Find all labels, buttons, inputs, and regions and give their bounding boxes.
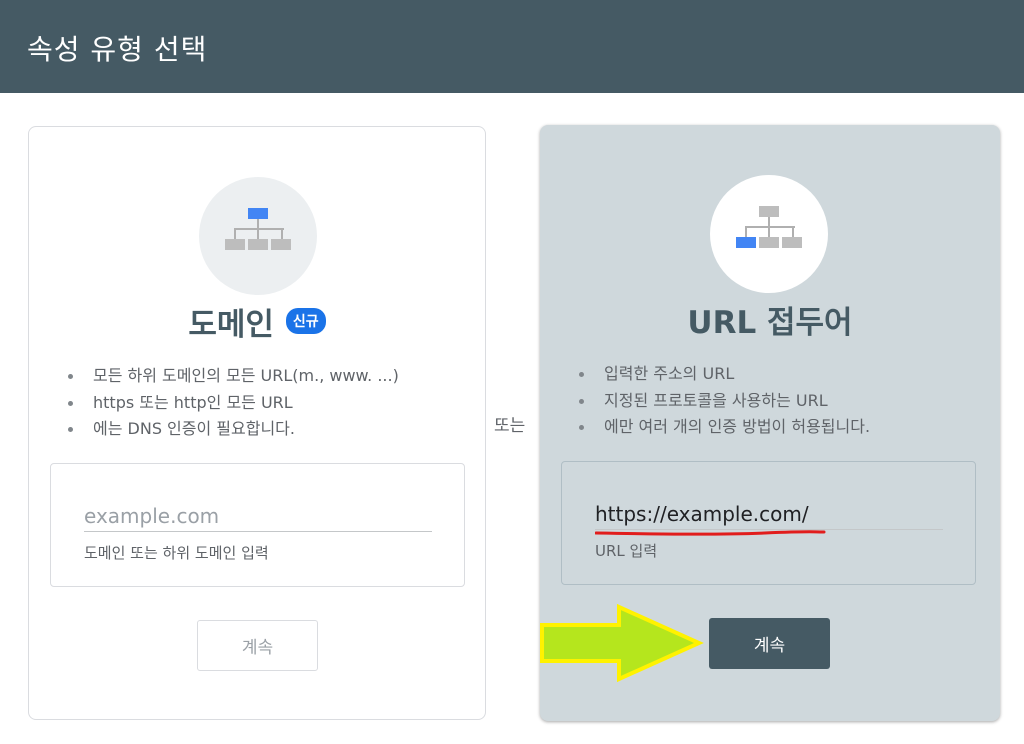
domain-input-box: 도메인 또는 하위 도메인 입력 — [50, 463, 465, 587]
domain-card[interactable]: 도메인 신규 모든 하위 도메인의 모든 URL(m., www. ...) h… — [28, 126, 486, 720]
list-item: 에는 DNS 인증이 필요합니다. — [67, 416, 399, 443]
sitemap-bottom-left-highlight-icon — [736, 206, 802, 248]
page-title: 속성 유형 선택 — [27, 33, 208, 66]
list-item: https 또는 http인 모든 URL — [67, 390, 399, 417]
arrow-annotation-icon — [540, 603, 704, 683]
url-icon-circle — [710, 175, 828, 293]
header-bar: 속성 유형 선택 — [0, 0, 1024, 93]
list-item: 지정된 프로토콜을 사용하는 URL — [578, 388, 870, 415]
url-card-title: URL 접두어 — [540, 297, 1000, 341]
list-item: 입력한 주소의 URL — [578, 361, 870, 388]
url-feature-list: 입력한 주소의 URL 지정된 프로토콜을 사용하는 URL 에만 여러 개의 … — [578, 361, 870, 441]
url-continue-button[interactable]: 계속 — [709, 618, 830, 669]
url-input-helper: URL 입력 — [595, 542, 658, 560]
domain-feature-list: 모든 하위 도메인의 모든 URL(m., www. ...) https 또는… — [67, 363, 399, 443]
domain-input[interactable] — [84, 500, 432, 532]
list-item: 에만 여러 개의 인증 방법이 허용됩니다. — [578, 414, 870, 441]
red-underline-annotation — [595, 530, 826, 536]
new-badge: 신규 — [285, 308, 326, 334]
domain-continue-button[interactable]: 계속 — [197, 620, 318, 671]
domain-card-title: 도메인 신규 — [29, 299, 485, 343]
sitemap-top-highlight-icon — [225, 208, 291, 250]
or-separator: 또는 — [494, 416, 526, 436]
url-input[interactable] — [595, 498, 943, 530]
domain-title-text: 도메인 — [188, 306, 274, 343]
domain-input-helper: 도메인 또는 하위 도메인 입력 — [84, 544, 269, 562]
domain-icon-circle — [199, 177, 317, 295]
url-input-box: URL 입력 — [561, 461, 976, 585]
url-title-text: URL 접두어 — [687, 304, 853, 341]
list-item: 모든 하위 도메인의 모든 URL(m., www. ...) — [67, 363, 399, 390]
